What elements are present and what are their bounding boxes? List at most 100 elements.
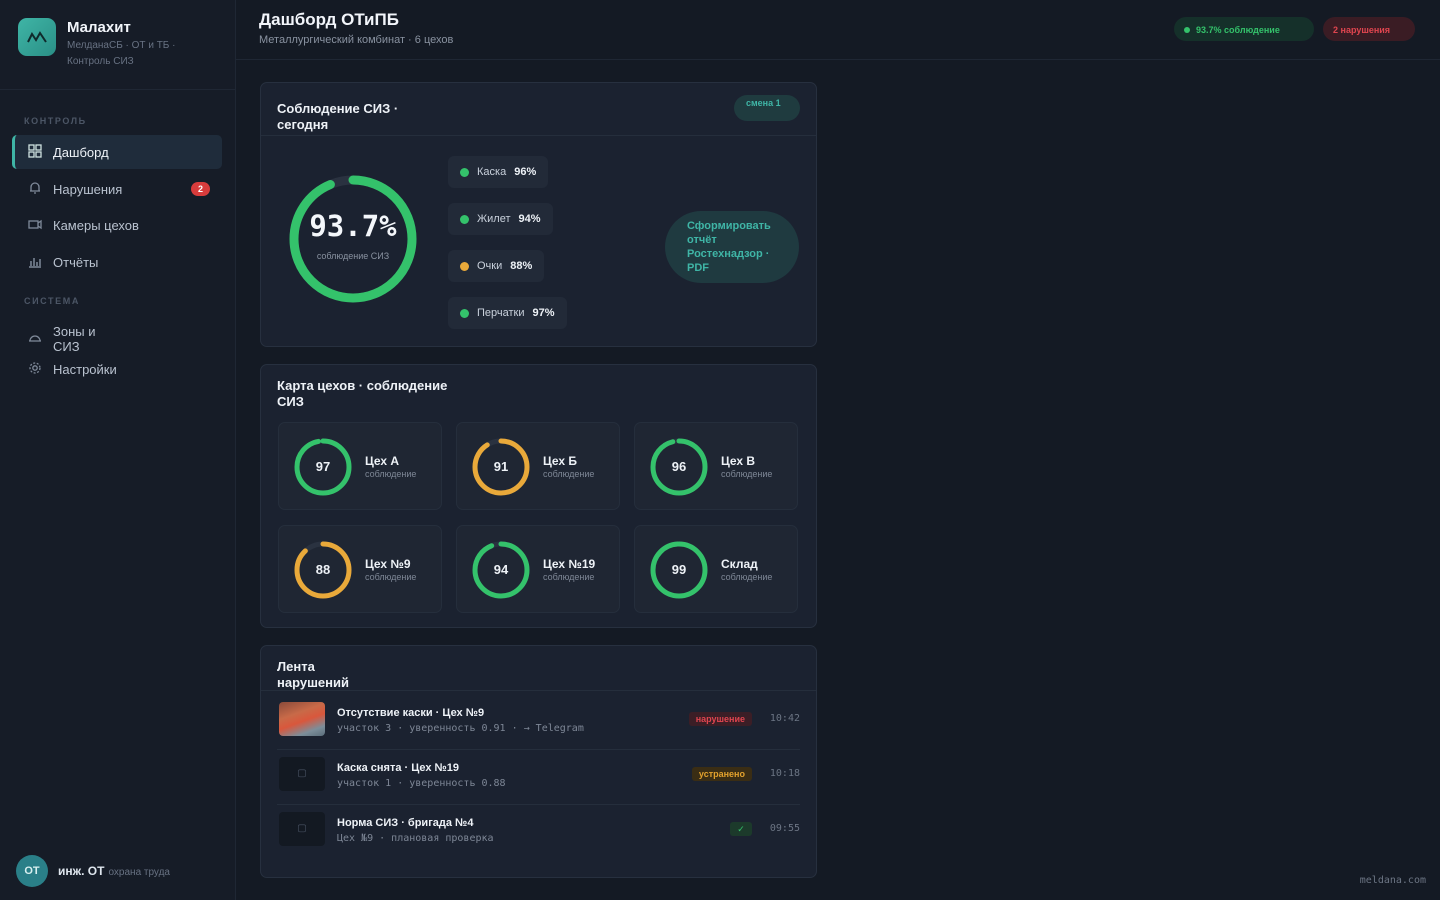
camera-placeholder-icon[interactable]: ▢ — [279, 812, 325, 846]
sidebar-divider — [0, 89, 235, 90]
shop-sub-label: соблюдение — [721, 572, 773, 582]
shop-value: 99 — [671, 562, 687, 577]
ppe-name: Очки — [477, 260, 503, 272]
shop-value: 91 — [493, 459, 509, 474]
ppe-value: 96% — [514, 166, 537, 178]
camera-icon — [27, 217, 43, 233]
ppe-value: 97% — [532, 307, 555, 319]
bell-icon — [27, 181, 43, 197]
camera-placeholder-icon[interactable]: ▢ — [279, 757, 325, 791]
camera-snapshot-thumbnail[interactable] — [279, 702, 325, 736]
ppe-value: 94% — [518, 213, 541, 225]
violations-status-pill[interactable]: 2 нарушения — [1323, 17, 1415, 41]
sidebar-item-settings[interactable]: Настройки — [12, 352, 222, 386]
event-title: Каска снята · Цех №19 — [337, 762, 460, 774]
ppe-chip-vest[interactable]: Жилет 94% — [448, 203, 553, 235]
list-item[interactable]: ▢ Норма СИЗ · бригада №4 Цех №9 · планов… — [277, 808, 800, 860]
violations-feed-card: Лента нарушений Отсутствие каски · Цех №… — [260, 645, 817, 878]
logo-icon — [18, 18, 56, 56]
footer-url[interactable]: meldana.com — [1360, 875, 1426, 886]
shop-sub-label: соблюдение — [543, 572, 595, 582]
status-dot-icon — [460, 261, 469, 271]
event-meta: участок 3 · уверенность 0.91 · → Telegra… — [337, 723, 584, 734]
list-item[interactable]: Отсутствие каски · Цех №9 участок 3 · ув… — [277, 698, 800, 750]
sidebar-item-label: Камеры цехов — [53, 217, 139, 233]
section-label-control: КОНТРОЛЬ — [24, 116, 87, 126]
shop-sub-label: соблюдение — [721, 469, 773, 479]
checkmark-icon: ✓ — [730, 822, 752, 836]
ppe-name: Перчатки — [477, 307, 525, 319]
top-header: Дашборд ОТиПБ Металлургический комбинат … — [236, 0, 1440, 60]
brand-name: Малахит — [67, 19, 131, 36]
shop-tile[interactable]: 96 Цех Всоблюдение — [634, 422, 798, 510]
shop-sub-label: соблюдение — [365, 572, 417, 582]
shop-name: Цех №9 — [365, 557, 411, 571]
status-badge: устранено — [691, 767, 752, 781]
list-item[interactable]: ▢ Каска снята · Цех №19 участок 1 · увер… — [277, 753, 800, 805]
ppe-chip-helmet[interactable]: Каска 96% — [448, 156, 549, 188]
avatar: ОТ — [16, 855, 48, 887]
shop-tile[interactable]: 91 Цех Бсоблюдение — [456, 422, 620, 510]
card-divider — [261, 690, 816, 691]
sidebar-item-label: Дашборд — [53, 144, 109, 160]
shop-name: Цех В — [721, 454, 756, 468]
shop-sub-label: соблюдение — [543, 469, 595, 479]
shop-value: 88 — [315, 562, 331, 577]
page-subtitle: Металлургический комбинат · 6 цехов — [259, 34, 454, 46]
event-title: Отсутствие каски · Цех №9 — [337, 707, 485, 719]
shops-card-title: Карта цехов · соблюдение СИЗ — [277, 378, 448, 409]
shop-sub-label: соблюдение — [365, 469, 417, 479]
shop-tile[interactable]: 99 Склад соблюдение — [634, 525, 798, 613]
shops-card: Карта цехов · соблюдение СИЗ 97 Цех Асобл… — [260, 364, 817, 628]
user-profile[interactable]: ОТ инж. ОТ охрана труда — [16, 855, 170, 887]
compliance-status-pill[interactable]: 93.7% соблюдение — [1174, 17, 1314, 41]
user-role: охрана труда — [108, 867, 170, 878]
compliance-card: Соблюдение СИЗ · сегодня смена 1 93.7% с… — [260, 82, 817, 347]
brand: Малахит МелданаСБ · ОТ и ТБ · Контроль С… — [18, 18, 197, 70]
sidebar-item-reports[interactable]: Отчёты — [12, 245, 222, 279]
event-time: 10:18 — [769, 768, 800, 779]
helmet-icon — [27, 331, 43, 347]
shop-tile[interactable]: 88 Цех №9 соблюдение — [278, 525, 442, 613]
generate-report-button[interactable]: Сформировать отчёт Ростехнадзор · PDF — [665, 211, 799, 283]
shop-value: 94 — [493, 562, 509, 577]
user-name: инж. ОТ — [58, 864, 105, 878]
sidebar-item-label: Отчёты — [53, 254, 99, 270]
ppe-value: 88% — [510, 260, 533, 272]
violations-pill-label: 2 нарушения — [1333, 25, 1391, 35]
status-dot-icon — [460, 167, 469, 177]
status-dot-icon — [460, 214, 469, 224]
event-meta: Цех №9 · плановая проверка — [337, 833, 494, 844]
shop-name: Склад — [721, 557, 758, 571]
shop-value: 96 — [671, 459, 687, 474]
overall-compliance-value: 93.7% — [309, 209, 397, 243]
sidebar: Малахит МелданаСБ · ОТ и ТБ · Контроль С… — [0, 0, 236, 900]
status-dot-icon — [1184, 27, 1190, 33]
section-label-system: СИСТЕМА — [24, 296, 80, 306]
overall-compliance-ring: 93.7% соблюдение СИЗ — [285, 171, 421, 307]
shop-name: Цех №19 — [543, 557, 596, 571]
shop-tile[interactable]: 97 Цех Асоблюдение — [278, 422, 442, 510]
ppe-chip-goggles[interactable]: Очки 88% — [448, 250, 545, 282]
sidebar-item-cameras[interactable]: Камеры цехов — [12, 208, 222, 242]
compliance-card-title: Соблюдение СИЗ · сегодня — [277, 101, 399, 132]
sidebar-item-label: Зоны и СИЗ — [53, 324, 96, 354]
event-title: Норма СИЗ · бригада №4 — [337, 817, 474, 829]
ppe-name: Жилет — [477, 213, 511, 225]
gear-icon — [27, 361, 43, 377]
card-divider — [261, 135, 816, 136]
event-time: 10:42 — [769, 713, 800, 724]
sidebar-item-violations[interactable]: Нарушения 2 — [12, 172, 222, 206]
shift-badge[interactable]: смена 1 — [734, 95, 800, 121]
shop-tile[interactable]: 94 Цех №19 соблюдение — [456, 525, 620, 613]
grid-icon — [27, 144, 43, 160]
shop-name: Цех А — [365, 454, 400, 468]
violations-count-badge: 2 — [191, 182, 210, 196]
sidebar-item-dashboard[interactable]: Дашборд — [12, 135, 222, 169]
ppe-chip-gloves[interactable]: Перчатки 97% — [448, 297, 567, 329]
shop-value: 97 — [315, 459, 331, 474]
event-meta: участок 1 · уверенность 0.88 — [337, 778, 506, 789]
status-dot-icon — [460, 308, 469, 318]
shop-name: Цех Б — [543, 454, 578, 468]
sidebar-item-label: Нарушения — [53, 181, 123, 197]
